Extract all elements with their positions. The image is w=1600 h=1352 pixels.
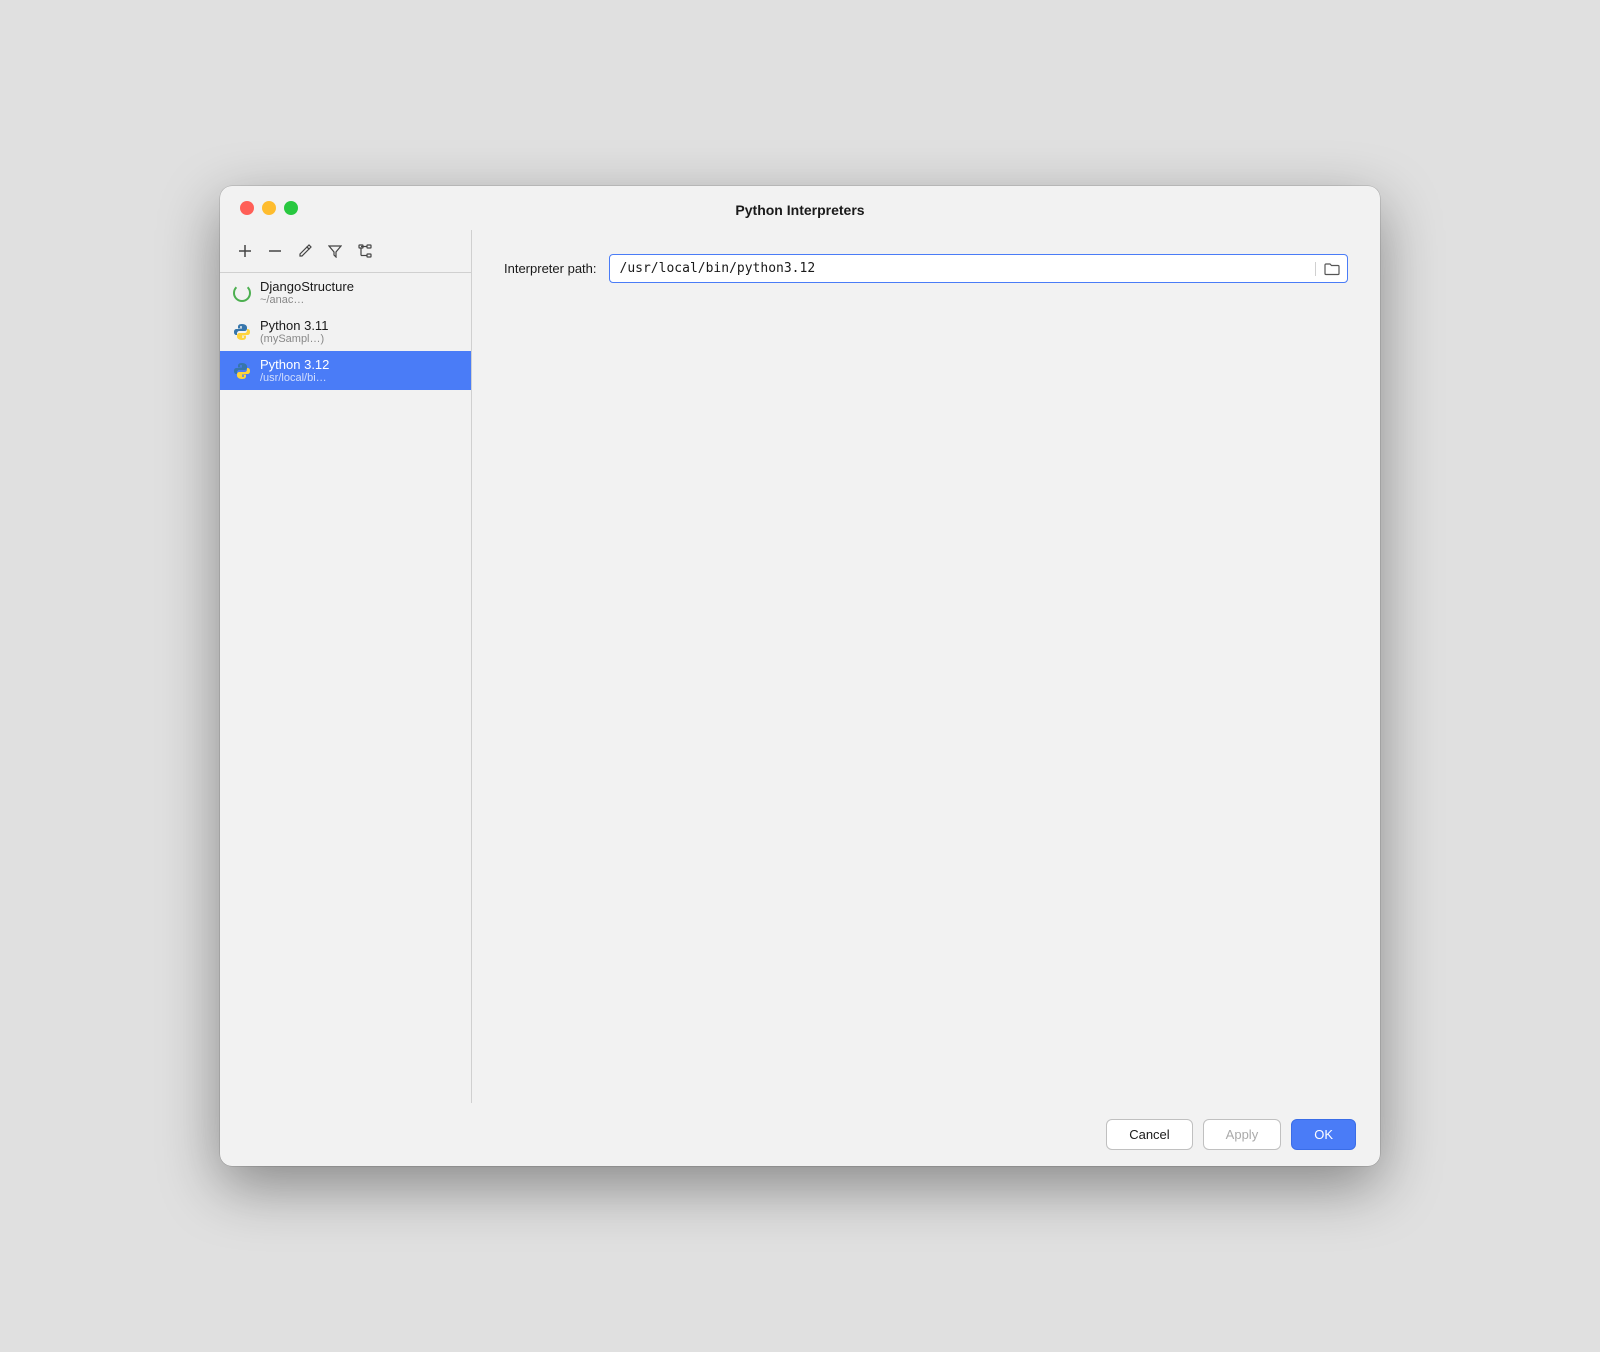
tree-view-button[interactable]: [352, 238, 378, 264]
interpreter-name-django: DjangoStructure: [260, 279, 354, 294]
interpreter-list: DjangoStructure ~/anac… Python 3.11: [220, 273, 471, 1103]
minimize-button[interactable]: [262, 201, 276, 215]
add-interpreter-button[interactable]: [232, 238, 258, 264]
cancel-button[interactable]: Cancel: [1106, 1119, 1192, 1150]
dialog-title: Python Interpreters: [735, 202, 864, 218]
tree-icon: [358, 244, 372, 258]
close-button[interactable]: [240, 201, 254, 215]
pencil-icon: [298, 244, 312, 258]
apply-button[interactable]: Apply: [1203, 1119, 1282, 1150]
content-area: [504, 303, 1348, 1079]
dialog-body: DjangoStructure ~/anac… Python 3.11: [220, 230, 1380, 1103]
interpreter-path-input[interactable]: [610, 255, 1316, 282]
sidebar-item-python311[interactable]: Python 3.11 (mySampl…): [220, 312, 471, 351]
django-icon: [232, 283, 252, 303]
python312-icon: [232, 361, 252, 381]
interpreter-path-label: Interpreter path:: [504, 261, 597, 276]
interpreter-path-django: ~/anac…: [260, 294, 354, 306]
filter-icon: [328, 244, 342, 258]
ok-button[interactable]: OK: [1291, 1119, 1356, 1150]
main-content: Interpreter path:: [472, 230, 1380, 1103]
python-interpreters-dialog: Python Interpreters: [220, 186, 1380, 1166]
maximize-button[interactable]: [284, 201, 298, 215]
filter-button[interactable]: [322, 238, 348, 264]
title-bar: Python Interpreters: [220, 186, 1380, 230]
edit-interpreter-button[interactable]: [292, 238, 318, 264]
interpreter-path-312: /usr/local/bi…: [260, 372, 329, 384]
window-controls: [240, 201, 298, 215]
python311-icon: [232, 322, 252, 342]
interpreter-name-311: Python 3.11: [260, 318, 328, 333]
sidebar-item-django-structure[interactable]: DjangoStructure ~/anac…: [220, 273, 471, 312]
browse-button[interactable]: [1315, 262, 1347, 276]
remove-interpreter-button[interactable]: [262, 238, 288, 264]
interpreter-path-311: (mySampl…): [260, 333, 328, 345]
interpreter-path-input-wrapper: [609, 254, 1349, 283]
dialog-footer: Cancel Apply OK: [220, 1103, 1380, 1166]
sidebar-item-python312[interactable]: Python 3.12 /usr/local/bi…: [220, 351, 471, 390]
sidebar-toolbar: [220, 230, 471, 273]
minus-icon: [268, 244, 282, 258]
interpreter-path-row: Interpreter path:: [504, 254, 1348, 283]
sidebar: DjangoStructure ~/anac… Python 3.11: [220, 230, 472, 1103]
folder-icon: [1324, 262, 1340, 276]
interpreter-name-312: Python 3.12: [260, 357, 329, 372]
plus-icon: [238, 244, 252, 258]
